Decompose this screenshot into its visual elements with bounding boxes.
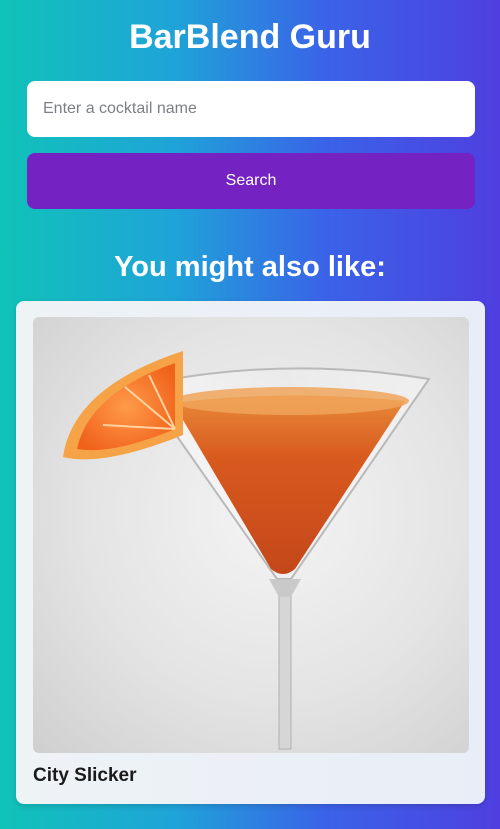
app-container: BarBlend Guru Search You might also like… xyxy=(0,0,500,829)
cocktail-search-input[interactable] xyxy=(27,81,475,137)
cocktail-image xyxy=(33,317,469,753)
cocktail-name[interactable]: City Slicker xyxy=(33,763,137,789)
search-button[interactable]: Search xyxy=(27,153,475,209)
suggestion-card[interactable]: City Slicker xyxy=(16,301,485,804)
suggestions-heading: You might also like: xyxy=(114,251,386,283)
app-title: BarBlend Guru xyxy=(129,18,371,56)
cocktail-martini-glass-orange-garnish-icon xyxy=(63,351,431,750)
